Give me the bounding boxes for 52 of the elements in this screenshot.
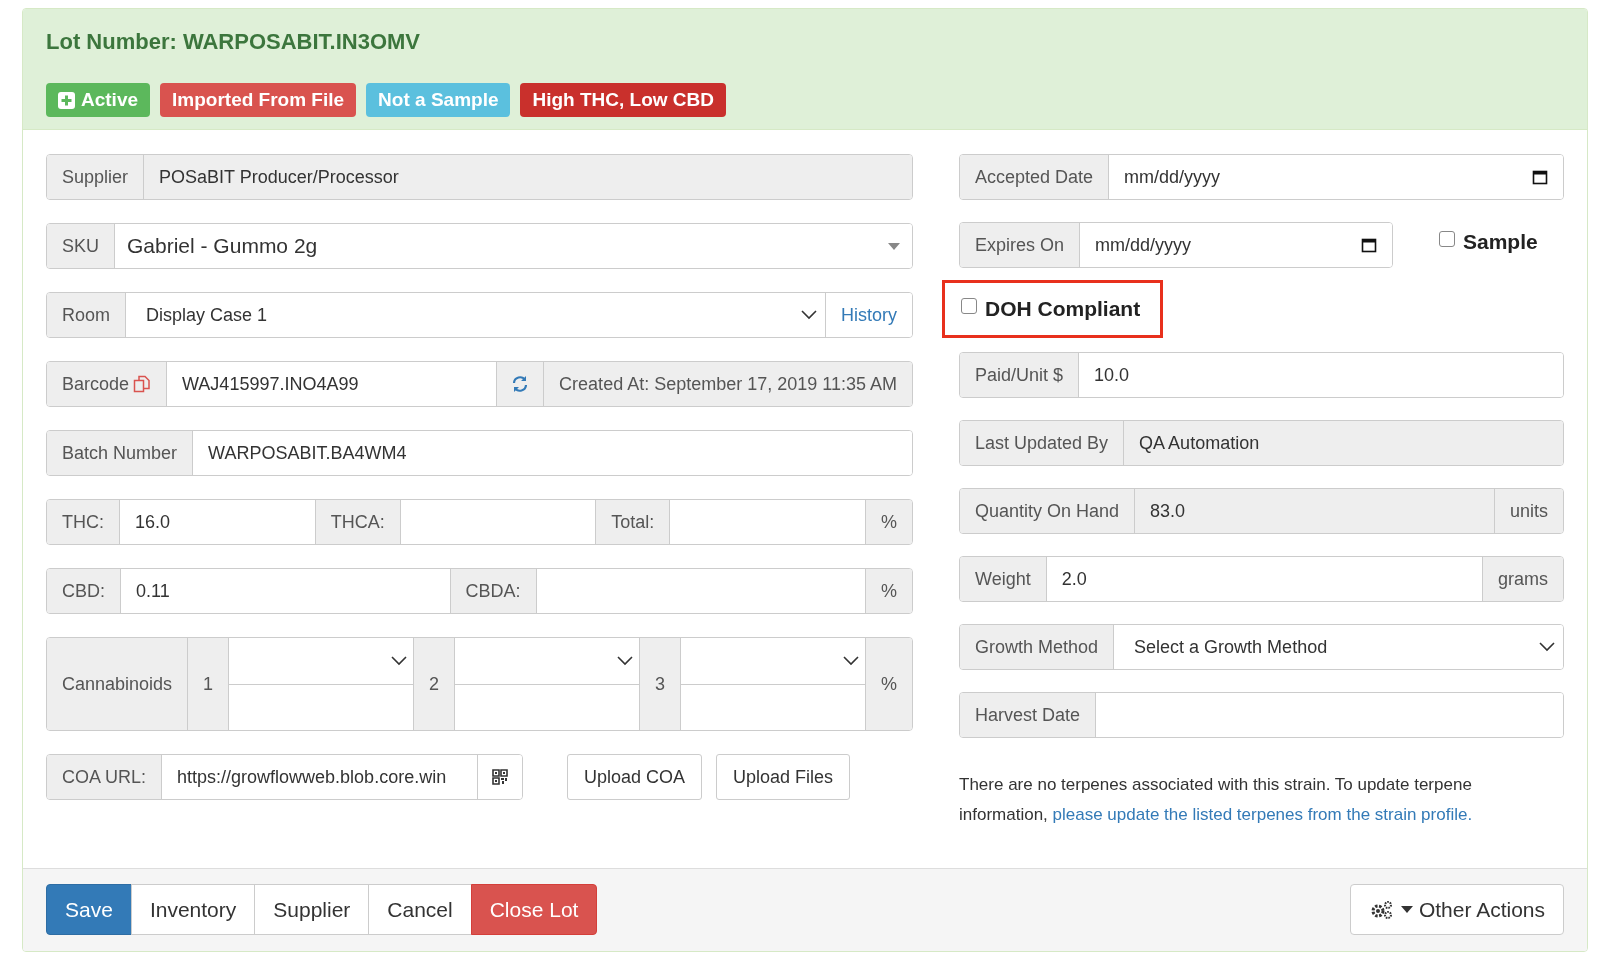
readonly-field: 83.0: [1135, 489, 1495, 533]
input-label: SKU: [47, 224, 115, 268]
upload-button[interactable]: Upload Files: [716, 754, 851, 800]
input-label: Created At: September 17, 2019 11:35 AM: [544, 362, 912, 406]
footer-button[interactable]: Cancel: [368, 884, 472, 935]
footer-button[interactable]: Save: [46, 884, 132, 935]
slot-number: 3: [640, 638, 682, 730]
input-label: %: [866, 500, 912, 544]
input-label: CBD:: [47, 569, 121, 613]
input-label: Room: [47, 293, 126, 337]
lot-title: Lot Number: WARPOSABIT.IN3OMV: [46, 29, 421, 55]
slot-number: 1: [188, 638, 230, 730]
input-label: %: [866, 569, 912, 613]
chevron-icon: [1539, 642, 1555, 652]
footer-button[interactable]: Inventory: [130, 884, 256, 935]
input-label: Growth Method: [960, 625, 1115, 669]
input-label: %: [866, 638, 912, 730]
plus-square-icon: [58, 91, 75, 109]
caret-icon: [1400, 906, 1413, 913]
slot-number: 2: [414, 638, 456, 730]
input-label: Cannabinoids: [47, 638, 189, 730]
input-label: CBDA:: [450, 569, 537, 613]
copy-icon[interactable]: [133, 375, 152, 393]
chevron-icon: [801, 310, 817, 320]
chevron-icon: [617, 655, 634, 666]
upload-button[interactable]: Upload COA: [567, 754, 703, 800]
chevron-icon: [843, 655, 859, 666]
qr-code-icon: [492, 769, 508, 785]
strain-profile-link[interactable]: please update the listed terpenes from the strain profile.: [1052, 805, 1473, 824]
footer-button[interactable]: Supplier: [254, 884, 370, 935]
status-badge: High THC, Low CBD: [520, 83, 726, 117]
input-label: THC:: [47, 500, 120, 544]
input-label: units: [1494, 489, 1563, 533]
status-badge: Imported From File: [160, 83, 357, 117]
input-label: grams: [1483, 557, 1563, 601]
terpene-note: There are no terpenes associated with this strain. To update terpene information, please update the listed terpenes from the strain profile.: [959, 774, 1474, 826]
caret-icon: [888, 242, 900, 250]
status-badge: Active: [46, 83, 151, 117]
input-label: Weight: [960, 557, 1047, 601]
footer-button[interactable]: Close Lot: [470, 884, 598, 935]
input-label: COA URL:: [47, 755, 163, 799]
input-label: Barcode: [47, 362, 168, 406]
status-badge: Not a Sample: [366, 83, 511, 117]
input-label: Total:: [596, 500, 671, 544]
refresh-icon: [511, 375, 530, 393]
input-label: Harvest Date: [960, 693, 1097, 737]
chevron-icon: [391, 655, 408, 666]
input-label: THCA:: [315, 500, 401, 544]
checkbox[interactable]: Sample: [1439, 230, 1538, 254]
refresh-button[interactable]: [497, 362, 545, 406]
other-actions-button[interactable]: Other Actions: [1349, 884, 1564, 935]
input-label: Quantity On Hand: [960, 489, 1136, 533]
